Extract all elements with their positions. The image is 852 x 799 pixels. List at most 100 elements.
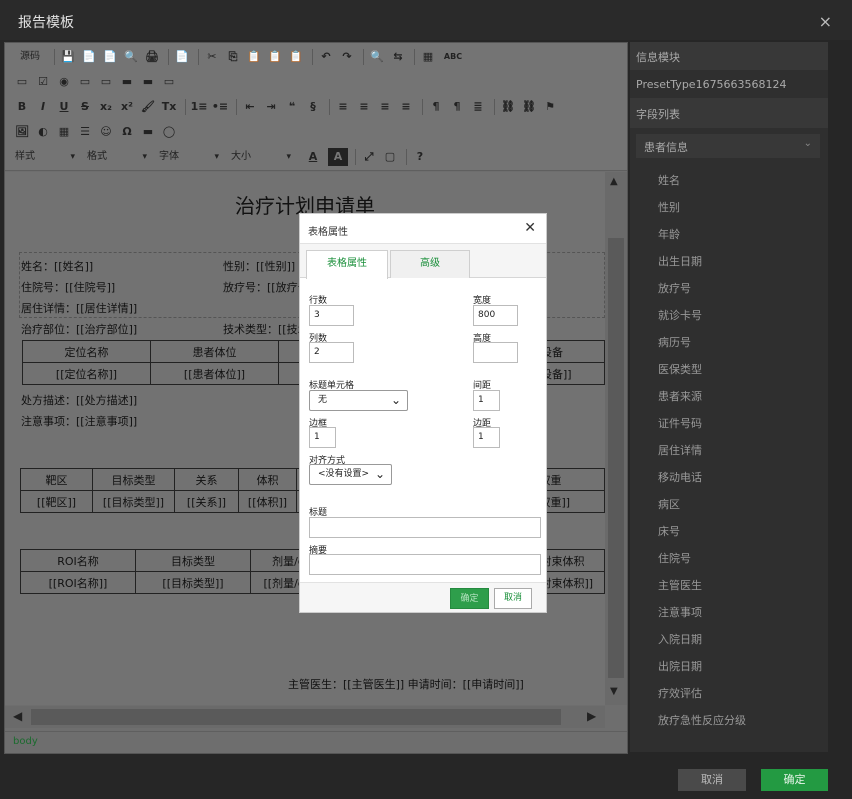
smiley-icon[interactable]: ☺ xyxy=(97,123,115,141)
font-size-combo[interactable]: 大小 xyxy=(229,148,293,166)
field-list-item[interactable]: 床号 xyxy=(658,523,680,539)
cancel-button[interactable]: 取消 xyxy=(678,769,746,791)
field-list-item[interactable]: 出生日期 xyxy=(658,253,702,269)
save-icon[interactable]: 💾 xyxy=(59,48,77,66)
patient-info-group[interactable]: 患者信息 ⌄ xyxy=(636,134,820,158)
padding-input[interactable]: 1 xyxy=(473,427,500,448)
template-icon[interactable]: 📄 xyxy=(101,48,119,66)
ltr-icon[interactable]: ¶ xyxy=(427,98,445,116)
copy-icon[interactable]: ⎘ xyxy=(224,48,242,66)
dialog-cancel-button[interactable]: 取消 xyxy=(494,588,532,609)
justify-icon[interactable]: ≡ xyxy=(397,98,415,116)
div-icon[interactable]: § xyxy=(304,98,322,116)
bulleted-list-icon[interactable]: •≡ xyxy=(211,98,229,116)
spacing-input[interactable]: 1 xyxy=(473,390,500,411)
button-field-icon[interactable]: ▬ xyxy=(139,73,157,91)
help-icon[interactable]: ? xyxy=(411,148,429,166)
italic-icon[interactable]: I xyxy=(34,98,52,116)
styles-combo[interactable]: 样式 xyxy=(13,148,77,166)
special-char-icon[interactable]: Ω xyxy=(118,123,136,141)
field-list-item[interactable]: 医保类型 xyxy=(658,361,702,377)
alignment-select[interactable]: <没有设置> ⌄ xyxy=(309,464,392,485)
field-list-item[interactable]: 患者来源 xyxy=(658,388,702,404)
checkbox-icon[interactable]: ☑ xyxy=(34,73,52,91)
select-field-icon[interactable]: ▬ xyxy=(118,73,136,91)
show-blocks-icon[interactable]: ▢ xyxy=(381,148,399,166)
select-all-icon[interactable]: ▦ xyxy=(419,48,437,66)
bg-color-icon[interactable]: A xyxy=(328,148,348,166)
scroll-left-icon[interactable]: ◀ xyxy=(13,709,22,723)
field-list-item[interactable]: 年龄 xyxy=(658,226,680,242)
find-icon[interactable]: 🔍 xyxy=(368,48,386,66)
align-left-icon[interactable]: ≡ xyxy=(334,98,352,116)
tab-table-properties[interactable]: 表格属性 xyxy=(306,250,388,279)
horizontal-scroll-thumb[interactable] xyxy=(31,709,561,725)
preview-icon[interactable]: 🔍 xyxy=(122,48,140,66)
paste-text-icon[interactable]: 📋 xyxy=(266,48,284,66)
field-list-item[interactable]: 证件号码 xyxy=(658,415,702,431)
image-icon[interactable]: 🖼 xyxy=(13,123,31,141)
rows-input[interactable]: 3 xyxy=(309,305,354,326)
blockquote-icon[interactable]: ❝ xyxy=(283,98,301,116)
field-list-item[interactable]: 病历号 xyxy=(658,334,691,350)
link-icon[interactable]: ⛓ xyxy=(499,98,517,116)
subscript-icon[interactable]: x₂ xyxy=(97,98,115,116)
rtl-icon[interactable]: ¶ xyxy=(448,98,466,116)
field-list-item[interactable]: 就诊卡号 xyxy=(658,307,702,323)
header-cells-select[interactable]: 无 ⌄ xyxy=(309,390,408,411)
scroll-up-icon[interactable]: ▲ xyxy=(610,176,618,187)
field-list-item[interactable]: 入院日期 xyxy=(658,631,702,647)
new-page-icon[interactable]: 📄 xyxy=(80,48,98,66)
horizontal-scrollbar[interactable]: ◀ ▶ xyxy=(5,706,605,728)
page-break-icon[interactable]: ▬ xyxy=(139,123,157,141)
align-center-icon[interactable]: ≡ xyxy=(355,98,373,116)
field-list-item[interactable]: 移动电话 xyxy=(658,469,702,485)
underline-icon[interactable]: U xyxy=(55,98,73,116)
textfield-icon[interactable]: ▭ xyxy=(76,73,94,91)
anchor-icon[interactable]: ⚑ xyxy=(541,98,559,116)
undo-icon[interactable]: ↶ xyxy=(317,48,335,66)
maximize-icon[interactable]: ⤢ xyxy=(360,148,378,166)
confirm-button[interactable]: 确定 xyxy=(761,769,828,791)
field-list-item[interactable]: 放疗号 xyxy=(658,280,691,296)
element-path[interactable]: body xyxy=(13,736,38,747)
numbered-list-icon[interactable]: 1≡ xyxy=(190,98,208,116)
summary-input[interactable] xyxy=(309,554,541,575)
superscript-icon[interactable]: x² xyxy=(118,98,136,116)
indent-icon[interactable]: ⇥ xyxy=(262,98,280,116)
textarea-icon[interactable]: ▭ xyxy=(97,73,115,91)
paste-icon[interactable]: 📋 xyxy=(245,48,263,66)
align-right-icon[interactable]: ≡ xyxy=(376,98,394,116)
field-list-item[interactable]: 病区 xyxy=(658,496,680,512)
field-list-item[interactable]: 出院日期 xyxy=(658,658,702,674)
field-list-item[interactable]: 居住详情 xyxy=(658,442,702,458)
scroll-down-icon[interactable]: ▼ xyxy=(610,686,618,697)
font-combo[interactable]: 字体 xyxy=(157,148,221,166)
copy-format-icon[interactable]: 🖌 xyxy=(139,98,157,116)
field-list-item[interactable]: 姓名 xyxy=(658,172,680,188)
cut-icon[interactable]: ✂ xyxy=(203,48,221,66)
remove-format-icon[interactable]: Tx xyxy=(160,98,178,116)
caption-input[interactable] xyxy=(309,517,541,538)
horizontal-rule-icon[interactable]: ☰ xyxy=(76,123,94,141)
scroll-right-icon[interactable]: ▶ xyxy=(587,709,596,723)
bold-icon[interactable]: B xyxy=(13,98,31,116)
close-icon[interactable]: ✕ xyxy=(524,220,536,236)
language-icon[interactable]: ≣ xyxy=(469,98,487,116)
paste-word-icon[interactable]: 📋 xyxy=(287,48,305,66)
form-icon[interactable]: ▭ xyxy=(13,73,31,91)
hidden-field-icon[interactable]: ▭ xyxy=(160,73,178,91)
width-input[interactable]: 800 xyxy=(473,305,518,326)
unlink-icon[interactable]: ⛓ xyxy=(520,98,538,116)
border-input[interactable]: 1 xyxy=(309,427,336,448)
source-button[interactable]: 源码 xyxy=(13,48,47,66)
field-list-item[interactable]: 疗效评估 xyxy=(658,685,702,701)
vertical-scrollbar[interactable]: ▲ ▼ xyxy=(605,172,627,705)
tab-advanced[interactable]: 高级 xyxy=(390,250,470,278)
field-list-item[interactable]: 主管医生 xyxy=(658,577,702,593)
dialog-ok-button[interactable]: 确定 xyxy=(450,588,489,609)
format-combo[interactable]: 格式 xyxy=(85,148,149,166)
field-list-item[interactable]: 注意事项 xyxy=(658,604,702,620)
flash-icon[interactable]: ◐ xyxy=(34,123,52,141)
field-list-item[interactable]: 放疗急性反应分级 xyxy=(658,712,746,728)
